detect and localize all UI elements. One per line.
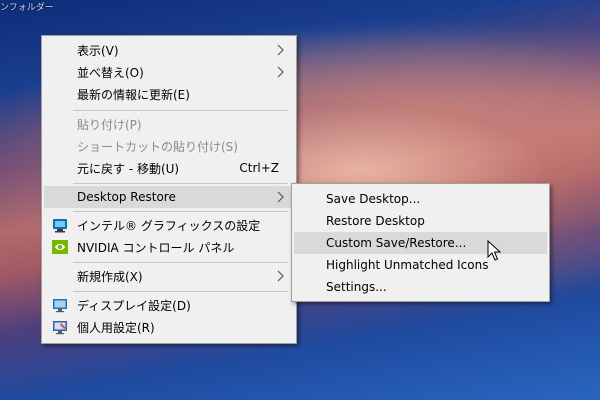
menu-item-paste-label: 貼り付け(P)	[77, 117, 142, 132]
nvidia-icon	[52, 240, 68, 254]
submenu-item-save-desktop-label: Save Desktop...	[326, 192, 421, 206]
menu-item-paste[interactable]: 貼り付け(P)	[44, 113, 294, 135]
submenu-item-highlight-unmatched[interactable]: Highlight Unmatched Icons	[294, 254, 547, 276]
menu-item-new[interactable]: 新規作成(X)	[44, 265, 294, 287]
desktop-context-menu: 表示(V) 並べ替え(O) 最新の情報に更新(E) 貼り付け(P) ショートカッ…	[41, 35, 297, 344]
menu-separator	[73, 262, 288, 263]
menu-item-nvidia-control-panel[interactable]: NVIDIA コントロール パネル	[44, 236, 294, 258]
submenu-item-highlight-unmatched-label: Highlight Unmatched Icons	[326, 258, 489, 272]
intel-graphics-icon	[53, 219, 67, 233]
submenu-item-settings-label: Settings...	[326, 280, 387, 294]
menu-item-intel-graphics[interactable]: インテル® グラフィックスの設定	[44, 214, 294, 236]
chevron-right-icon	[277, 44, 284, 56]
chevron-right-icon	[277, 270, 284, 282]
menu-item-paste-shortcut-label: ショートカットの貼り付け(S)	[77, 139, 238, 154]
menu-item-desktop-restore[interactable]: Desktop Restore	[44, 186, 294, 208]
menu-item-refresh-label: 最新の情報に更新(E)	[77, 87, 190, 102]
menu-item-sort[interactable]: 並べ替え(O)	[44, 61, 294, 83]
undo-shortcut-text: Ctrl+Z	[239, 161, 279, 175]
personalize-icon	[53, 321, 67, 335]
menu-separator	[73, 211, 288, 212]
submenu-item-custom-save-restore[interactable]: Custom Save/Restore...	[294, 232, 547, 254]
menu-item-display-settings-label: ディスプレイ設定(D)	[77, 298, 191, 313]
menu-item-personalize[interactable]: 個人用設定(R)	[44, 316, 294, 338]
submenu-item-settings[interactable]: Settings...	[294, 276, 547, 298]
menu-item-nvidia-control-panel-label: NVIDIA コントロール パネル	[77, 240, 235, 255]
desktop-corner-label: ンフォルダー	[0, 3, 54, 13]
submenu-item-custom-save-restore-label: Custom Save/Restore...	[326, 236, 467, 250]
chevron-right-icon	[277, 191, 284, 203]
menu-separator	[73, 291, 288, 292]
menu-item-sort-label: 並べ替え(O)	[77, 65, 144, 80]
menu-item-new-label: 新規作成(X)	[77, 269, 143, 284]
menu-item-view-label: 表示(V)	[77, 43, 119, 58]
menu-item-personalize-label: 個人用設定(R)	[77, 320, 155, 335]
submenu-item-save-desktop[interactable]: Save Desktop...	[294, 188, 547, 210]
submenu-item-restore-desktop-label: Restore Desktop	[326, 214, 425, 228]
menu-item-display-settings[interactable]: ディスプレイ設定(D)	[44, 294, 294, 316]
display-icon	[53, 299, 67, 313]
menu-separator	[73, 183, 288, 184]
menu-item-undo-move[interactable]: 元に戻す - 移動(U) Ctrl+Z	[44, 157, 294, 179]
menu-item-view[interactable]: 表示(V)	[44, 39, 294, 61]
submenu-item-restore-desktop[interactable]: Restore Desktop	[294, 210, 547, 232]
menu-item-undo-move-label: 元に戻す - 移動(U)	[77, 161, 180, 176]
menu-separator	[73, 110, 288, 111]
menu-item-paste-shortcut[interactable]: ショートカットの貼り付け(S)	[44, 135, 294, 157]
menu-item-refresh[interactable]: 最新の情報に更新(E)	[44, 83, 294, 105]
menu-item-desktop-restore-label: Desktop Restore	[77, 190, 176, 204]
desktop-restore-submenu: Save Desktop... Restore Desktop Custom S…	[291, 183, 550, 302]
mouse-cursor-icon	[487, 240, 501, 261]
chevron-right-icon	[277, 66, 284, 78]
menu-item-intel-graphics-label: インテル® グラフィックスの設定	[77, 218, 261, 233]
